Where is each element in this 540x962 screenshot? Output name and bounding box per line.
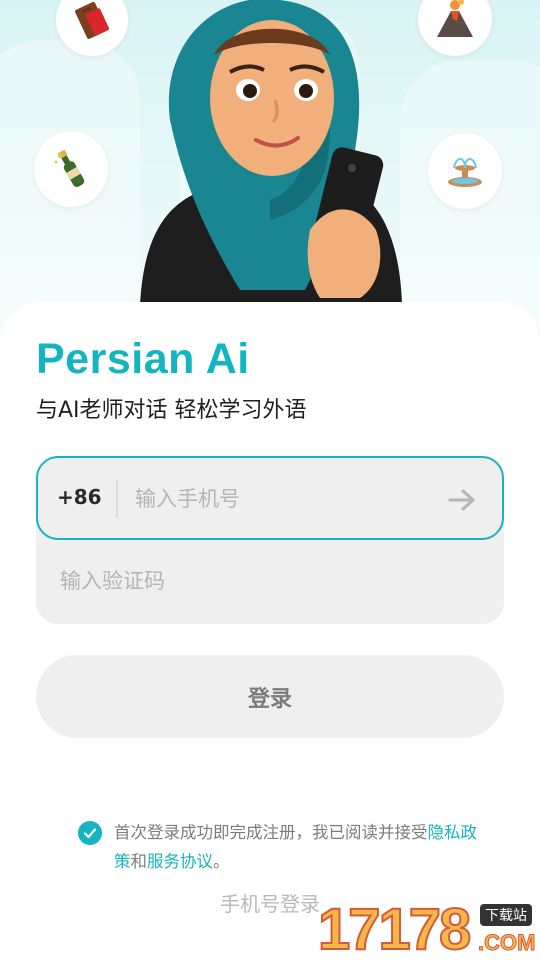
fountain-icon bbox=[428, 133, 502, 209]
app-subtitle: 与AI老师对话 轻松学习外语 bbox=[36, 398, 307, 423]
site-watermark: 17178 下载站 .COM bbox=[317, 897, 540, 962]
country-code[interactable]: +86 bbox=[57, 485, 102, 509]
login-button[interactable]: 登录 bbox=[36, 655, 504, 738]
watermark-number: 17178 bbox=[317, 897, 472, 962]
service-agreement-link[interactable]: 服务协议 bbox=[147, 852, 213, 871]
watermark-tag: 下载站 bbox=[480, 904, 532, 926]
agreement-prefix: 首次登录成功即完成注册，我已阅读并接受 bbox=[114, 823, 428, 842]
watermark-domain: .COM bbox=[477, 930, 536, 956]
hijab-avatar bbox=[140, 0, 402, 305]
divider bbox=[116, 480, 118, 518]
phone-input[interactable] bbox=[135, 480, 425, 518]
checkmark-icon bbox=[83, 828, 97, 839]
agreement-conjunction: 和 bbox=[130, 852, 148, 871]
next-arrow-button[interactable] bbox=[442, 480, 482, 520]
agreement-suffix: 。 bbox=[213, 852, 230, 871]
app-title: Persian Ai bbox=[36, 335, 250, 383]
hero-banner bbox=[0, 0, 540, 340]
champagne-icon bbox=[34, 131, 108, 207]
agreement-checkbox[interactable] bbox=[78, 821, 102, 845]
agreement-text: 首次登录成功即完成注册，我已阅读并接受隐私政策和服务协议。 bbox=[114, 818, 486, 876]
volcano-icon bbox=[418, 0, 492, 56]
phone-field[interactable]: +86 bbox=[36, 456, 504, 540]
arrow-right-icon bbox=[448, 489, 475, 511]
verification-code-input[interactable] bbox=[60, 562, 460, 600]
